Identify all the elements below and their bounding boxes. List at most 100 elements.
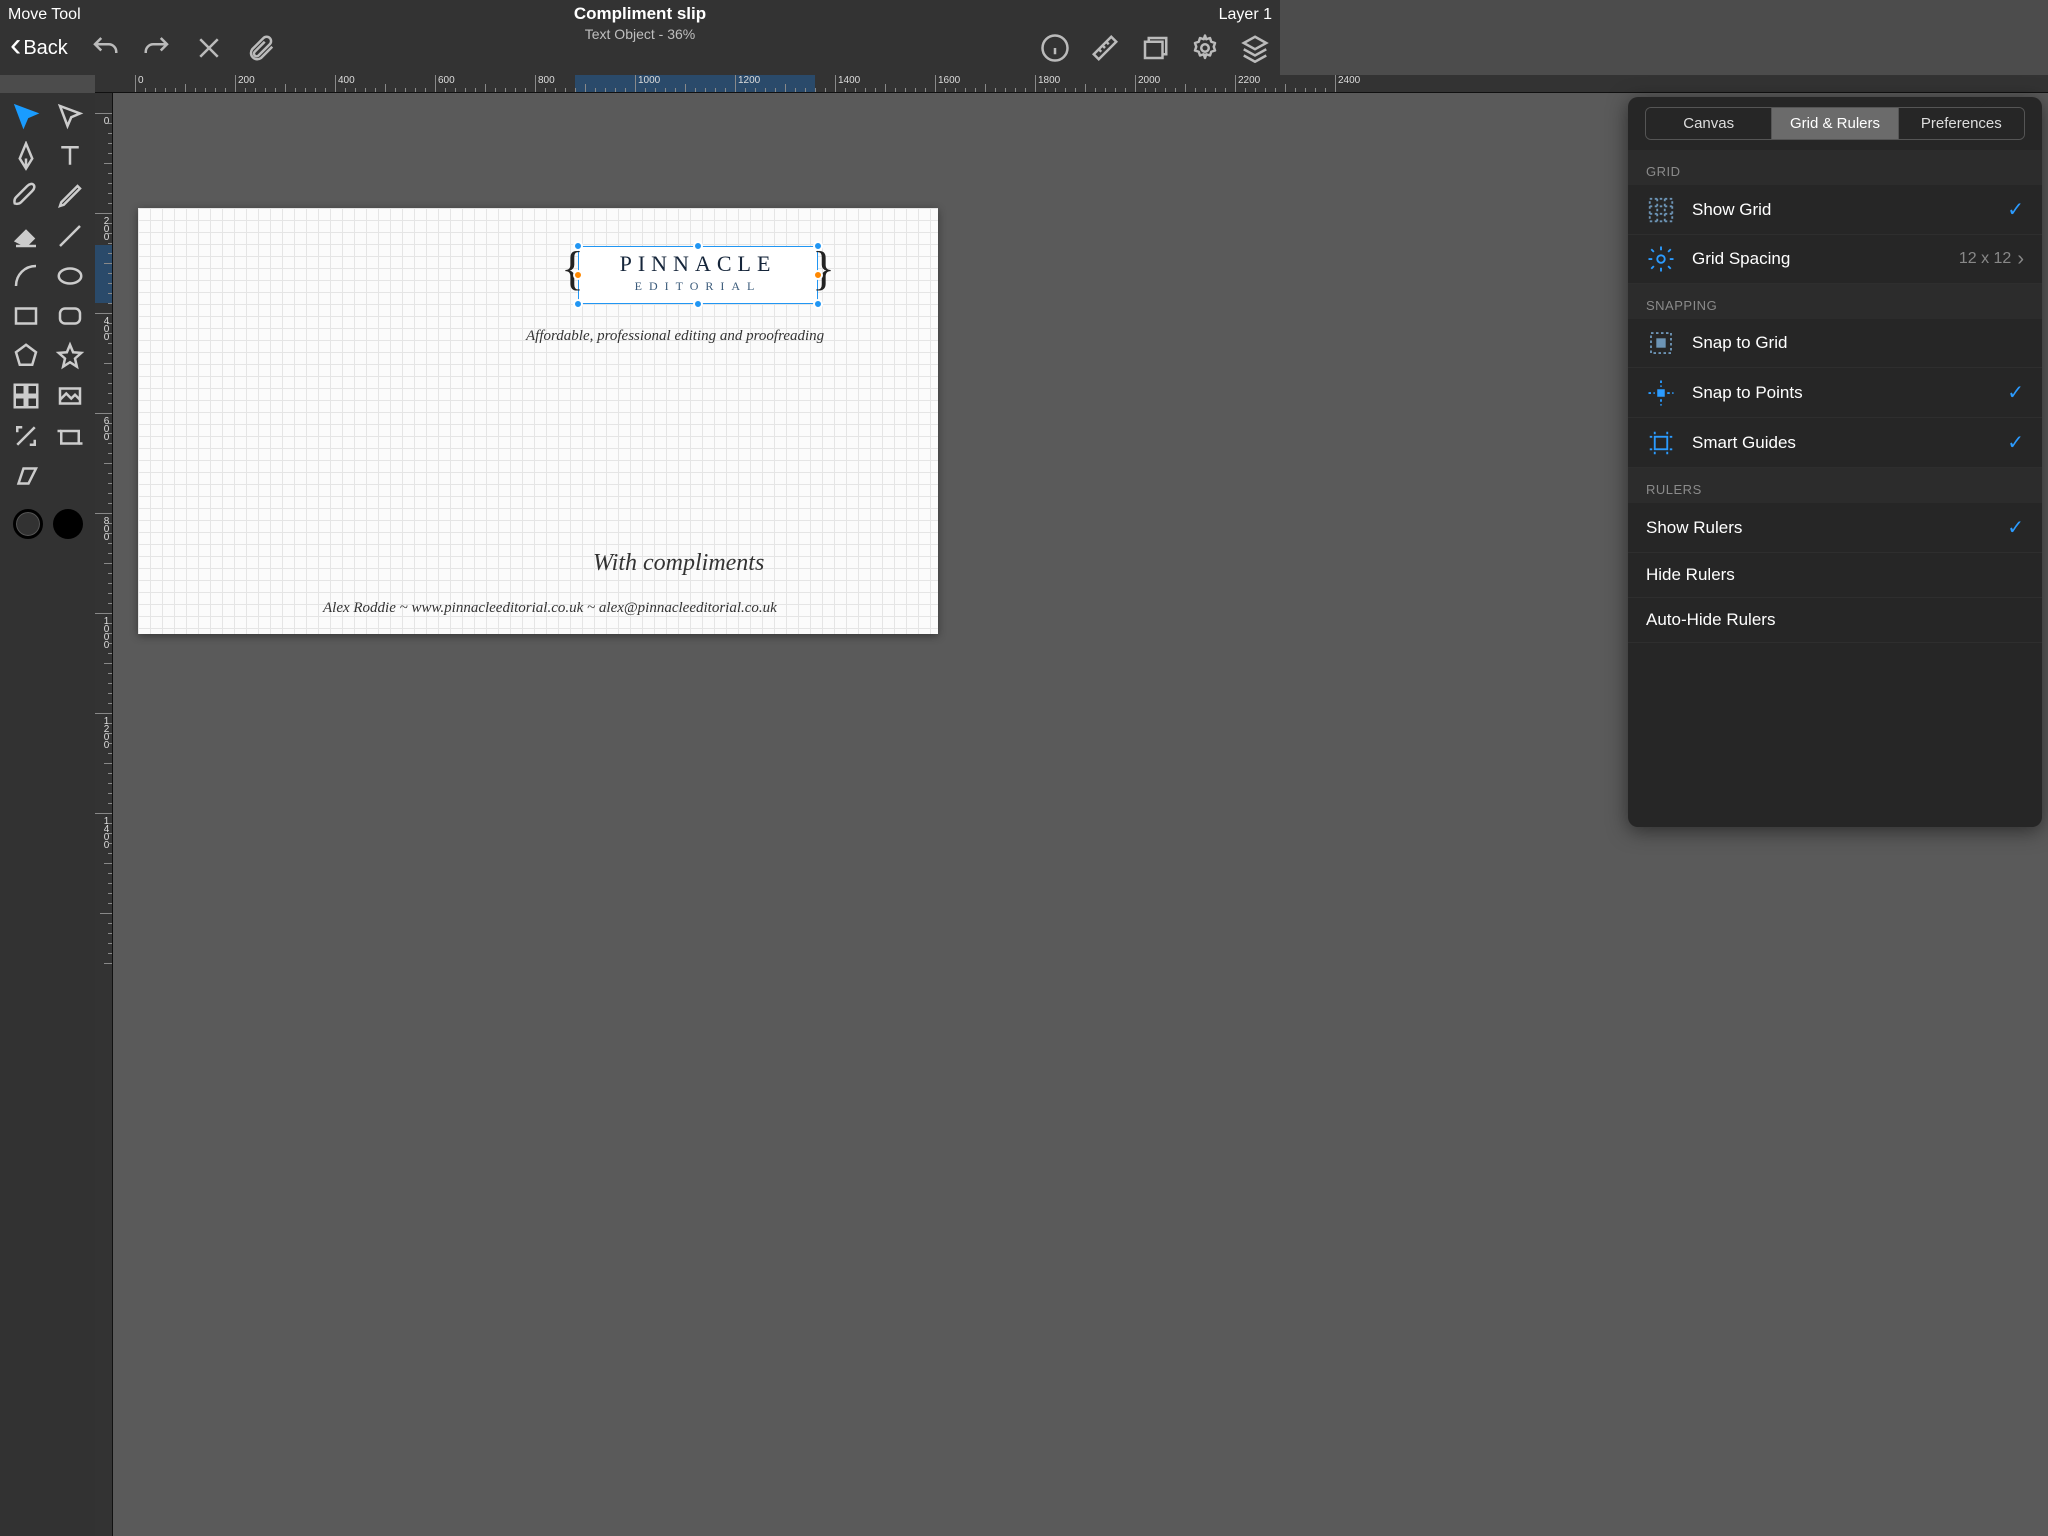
- show-rulers-label: Show Rulers: [1646, 518, 2007, 538]
- smart-guides-label: Smart Guides: [1692, 433, 2007, 453]
- selected-text-object[interactable]: { } PINNACLE EDITORIAL: [578, 246, 818, 304]
- layer-name-label: Layer 1: [1219, 6, 1272, 24]
- auto-hide-rulers-row[interactable]: Auto-Hide Rulers: [1628, 598, 2042, 643]
- ruler-tick: 1600: [935, 75, 960, 92]
- tab-preferences[interactable]: Preferences: [1899, 108, 2024, 139]
- direct-select-tool[interactable]: [55, 101, 85, 131]
- ruler-tick: 2400: [1335, 75, 1360, 92]
- rectangle-tool[interactable]: [11, 301, 41, 331]
- resize-handle[interactable]: [693, 299, 703, 309]
- snap-to-grid-label: Snap to Grid: [1692, 333, 2024, 353]
- check-icon: ✓: [2007, 380, 2024, 405]
- attachment-button[interactable]: [246, 33, 276, 63]
- close-button[interactable]: [194, 33, 224, 63]
- auto-hide-rulers-label: Auto-Hide Rulers: [1646, 610, 2024, 630]
- snap-to-grid-row[interactable]: Snap to Grid: [1628, 319, 2042, 368]
- logo-text-line1: PINNACLE: [579, 247, 817, 277]
- pencil-tool[interactable]: [55, 181, 85, 211]
- rotate-handle[interactable]: [813, 270, 823, 280]
- resize-handle[interactable]: [573, 299, 583, 309]
- ruler-tick: 1800: [1035, 75, 1060, 92]
- vertical-ruler[interactable]: 0200400600800100012001400: [95, 93, 113, 1536]
- grid-tool[interactable]: [11, 381, 41, 411]
- redo-button[interactable]: [142, 33, 172, 63]
- logo-text-line2: EDITORIAL: [579, 279, 817, 294]
- horizontal-ruler[interactable]: 0200400600800100012001400160018002000220…: [95, 75, 2048, 93]
- smart-guides-row[interactable]: Smart Guides ✓: [1628, 418, 2042, 468]
- rotate-handle[interactable]: [573, 270, 583, 280]
- arc-tool[interactable]: [11, 261, 41, 291]
- grid-icon: [1646, 198, 1676, 222]
- layers-button[interactable]: [1240, 33, 1270, 63]
- hide-rulers-row[interactable]: Hide Rulers: [1628, 553, 2042, 598]
- snap-grid-icon: [1646, 331, 1676, 355]
- show-rulers-row[interactable]: Show Rulers ✓: [1628, 503, 2042, 553]
- image-tool[interactable]: [55, 381, 85, 411]
- star-tool[interactable]: [55, 341, 85, 371]
- shear-tool[interactable]: [11, 461, 41, 491]
- check-icon: ✓: [2007, 430, 2024, 455]
- text-tool[interactable]: [55, 141, 85, 171]
- ruler-tick: 1000: [635, 75, 660, 92]
- grid-section-label: GRID: [1628, 150, 2042, 185]
- snap-to-points-label: Snap to Points: [1692, 383, 2007, 403]
- ruler-tick: 1400: [835, 75, 860, 92]
- fill-color-swatch[interactable]: [53, 509, 83, 539]
- ruler-button[interactable]: [1090, 33, 1120, 63]
- brush-tool[interactable]: [11, 181, 41, 211]
- settings-button[interactable]: [1190, 33, 1220, 63]
- pen-tool[interactable]: [11, 141, 41, 171]
- tool-name-label: Move Tool: [8, 6, 81, 24]
- undo-button[interactable]: [90, 33, 120, 63]
- show-grid-row[interactable]: Show Grid ✓: [1628, 185, 2042, 235]
- grid-spacing-label: Grid Spacing: [1692, 249, 1959, 269]
- tab-canvas[interactable]: Canvas: [1646, 108, 1772, 139]
- footer-text[interactable]: Alex Roddie ~ www.pinnacleeditorial.co.u…: [323, 600, 777, 617]
- ruler-tick: 400: [95, 313, 112, 340]
- ruler-tick: 200: [95, 213, 112, 240]
- line-tool[interactable]: [55, 221, 85, 251]
- back-label: Back: [23, 37, 67, 60]
- crop-tool[interactable]: [55, 421, 85, 451]
- resize-handle[interactable]: [813, 299, 823, 309]
- polygon-tool[interactable]: [11, 341, 41, 371]
- snap-points-icon: [1646, 381, 1676, 405]
- stroke-color-swatch[interactable]: [13, 509, 43, 539]
- ruler-tick: 600: [95, 413, 112, 440]
- move-tool[interactable]: [11, 101, 41, 131]
- top-bar: Move Tool Layer 1 Compliment slip Text O…: [0, 0, 1280, 75]
- show-grid-label: Show Grid: [1692, 200, 2007, 220]
- rulers-section-label: RULERS: [1628, 468, 2042, 503]
- info-button[interactable]: [1040, 33, 1070, 63]
- gear-icon: [1646, 247, 1676, 271]
- snapping-section-label: SNAPPING: [1628, 284, 2042, 319]
- tab-grid-rulers[interactable]: Grid & Rulers: [1772, 108, 1898, 139]
- settings-panel: Canvas Grid & Rulers Preferences GRID Sh…: [1628, 97, 2042, 827]
- grid-spacing-row[interactable]: Grid Spacing 12 x 12 ›: [1628, 235, 2042, 284]
- document-title: Compliment slip: [574, 4, 706, 24]
- chevron-right-icon: ›: [2017, 248, 2024, 271]
- eraser-tool[interactable]: [11, 221, 41, 251]
- toolbox: [0, 93, 95, 1536]
- ruler-tick: 2200: [1235, 75, 1260, 92]
- artboards-button[interactable]: [1140, 33, 1170, 63]
- artboard[interactable]: { } PINNACLE EDITORIAL Affordable, profe…: [138, 208, 938, 634]
- chevron-left-icon: [10, 35, 21, 62]
- resize-handle[interactable]: [693, 241, 703, 251]
- transform-tool[interactable]: [11, 421, 41, 451]
- resize-handle[interactable]: [813, 241, 823, 251]
- resize-handle[interactable]: [573, 241, 583, 251]
- smart-guides-icon: [1646, 431, 1676, 455]
- check-icon: ✓: [2007, 197, 2024, 222]
- snap-to-points-row[interactable]: Snap to Points ✓: [1628, 368, 2042, 418]
- back-button[interactable]: Back: [10, 35, 68, 62]
- rounded-rect-tool[interactable]: [55, 301, 85, 331]
- ruler-tick: 2000: [1135, 75, 1160, 92]
- document-subtitle: Text Object - 36%: [574, 26, 706, 42]
- grid-spacing-value: 12 x 12: [1959, 250, 2011, 268]
- check-icon: ✓: [2007, 515, 2024, 540]
- tagline-text[interactable]: Affordable, professional editing and pro…: [526, 328, 824, 345]
- compliments-text[interactable]: With compliments: [593, 550, 764, 577]
- hide-rulers-label: Hide Rulers: [1646, 565, 2024, 585]
- ellipse-tool[interactable]: [55, 261, 85, 291]
